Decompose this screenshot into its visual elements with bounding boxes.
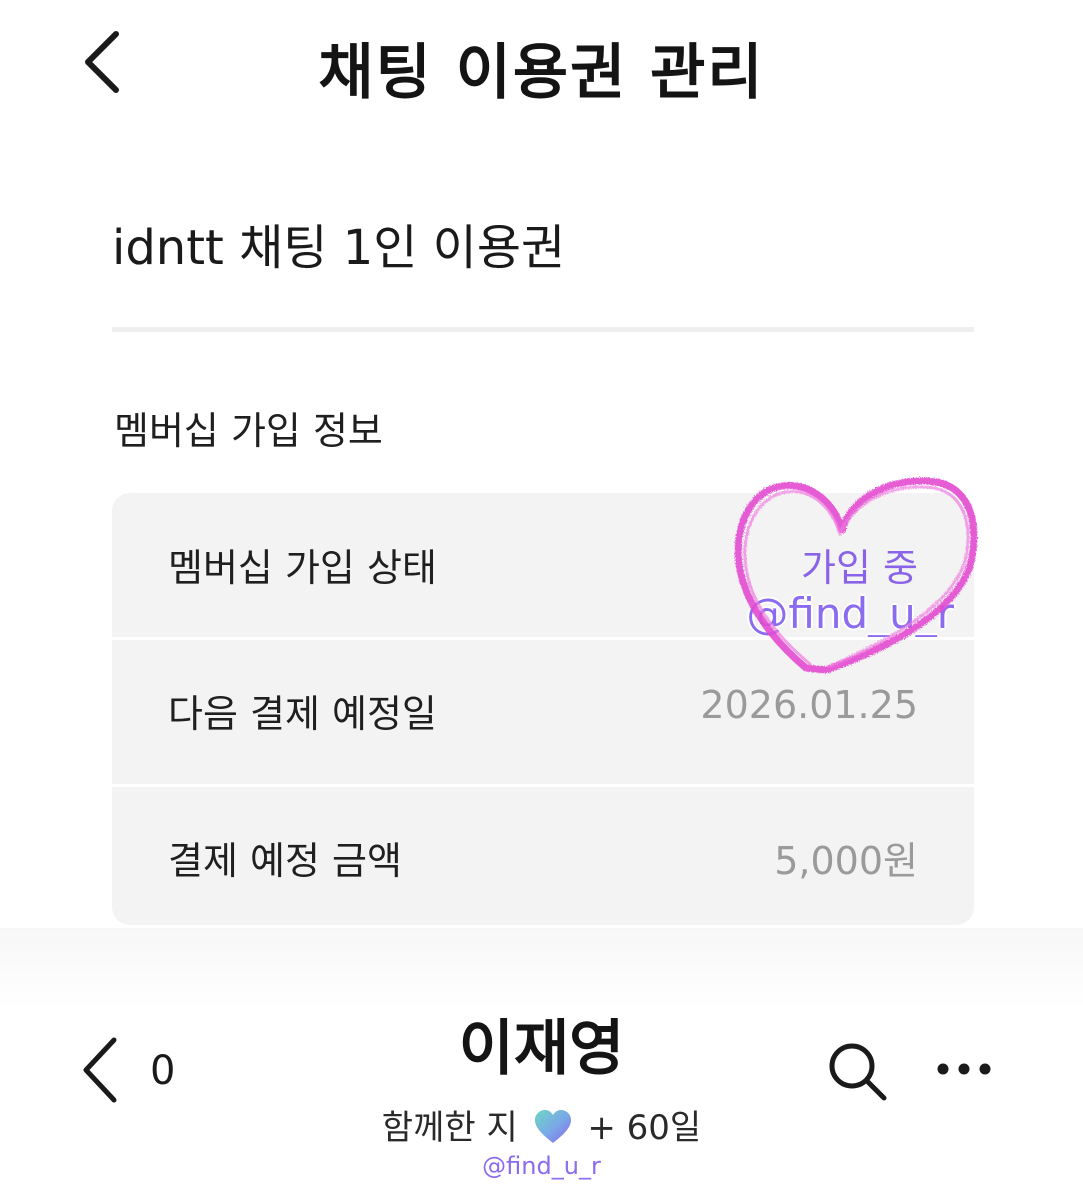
payment-amount-value: 5,000원 <box>774 839 918 883</box>
membership-status-label: 멤버십 가입 상태 <box>168 546 437 590</box>
gradient-heart-icon <box>534 1110 571 1143</box>
payment-amount-label: 결제 예정 금액 <box>168 839 402 883</box>
page-title: 채팅 이용권 관리 <box>318 38 765 108</box>
watermark: @find_u_r <box>746 589 954 638</box>
next-payment-label: 다음 결제 예정일 <box>168 692 437 736</box>
artist-name: 이재영 <box>458 1014 625 1084</box>
divider <box>112 327 974 332</box>
days-together: 함께한 지 + 60일 <box>0 1100 1083 1149</box>
more-horizontal-icon[interactable] <box>934 1056 994 1082</box>
membership-status-value: 가입 중 <box>801 546 918 590</box>
payment-amount-row: 결제 예정 금액 5,000원 <box>112 786 974 925</box>
watermark: @find_u_r <box>482 1152 601 1180</box>
section-title: 멤버십 가입 정보 <box>114 409 383 453</box>
next-payment-row: 다음 결제 예정일 2026.01.25 <box>112 639 974 783</box>
chat-header: 0 이재영 함께한 지 + 60일 @find_u_r <box>0 928 1083 1200</box>
next-payment-value: 2026.01.25 <box>700 683 918 727</box>
membership-info-card: 멤버십 가입 상태 가입 중 @find_u_r 다음 결제 예정일 2026.… <box>112 493 974 925</box>
product-name: idntt 채팅 1인 이용권 <box>112 220 566 276</box>
membership-status-row: 멤버십 가입 상태 가입 중 @find_u_r <box>112 493 974 638</box>
search-icon[interactable] <box>826 1040 890 1104</box>
together-prefix: 함께한 지 <box>381 1108 518 1148</box>
together-suffix: + 60일 <box>587 1108 702 1148</box>
subscription-screen: 채팅 이용권 관리 idntt 채팅 1인 이용권 멤버십 가입 정보 멤버십 … <box>0 0 1083 928</box>
